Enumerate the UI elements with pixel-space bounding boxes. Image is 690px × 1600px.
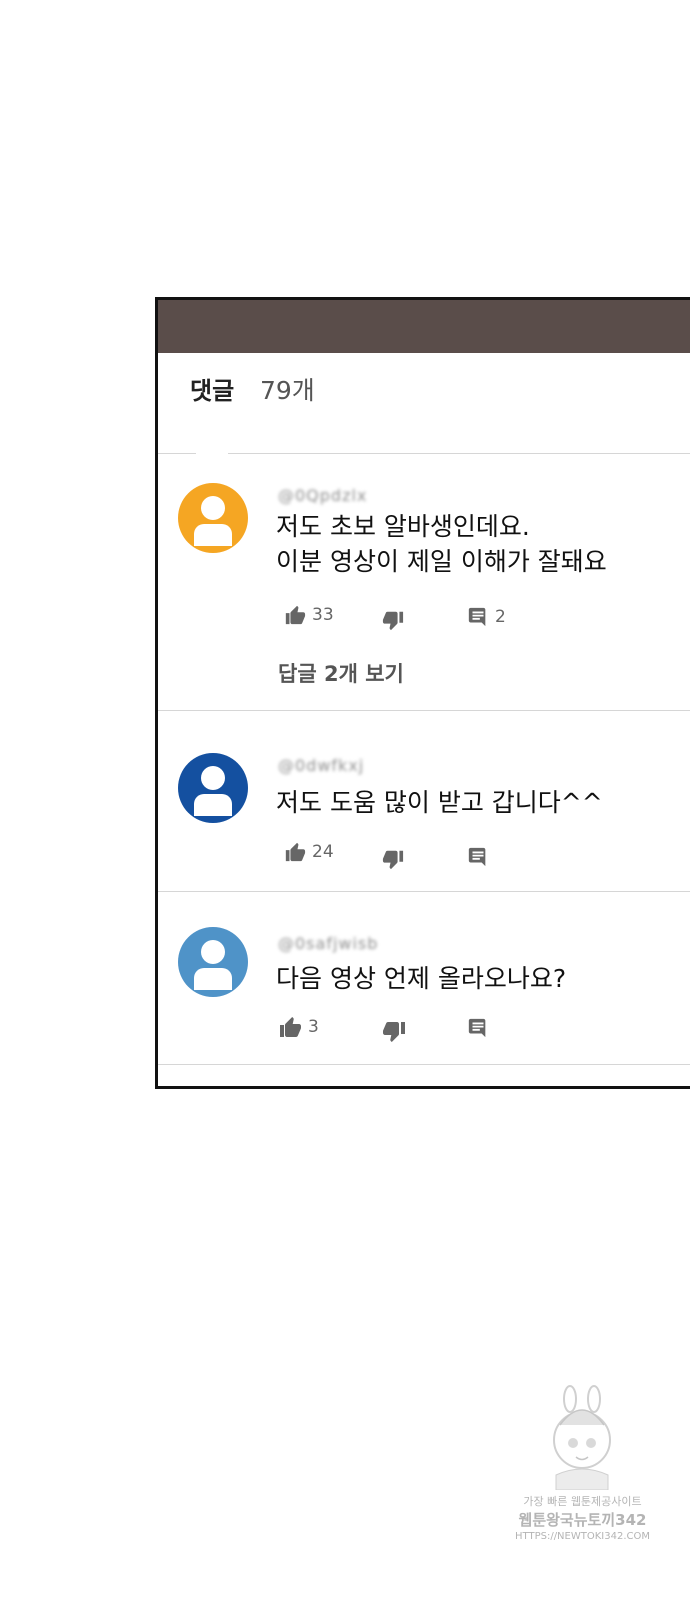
view-replies-link[interactable]: 답글 2개 보기: [278, 658, 404, 688]
reply-icon: [468, 607, 486, 627]
comments-header: 댓글 79개: [158, 353, 690, 458]
comment-username[interactable]: @0dwfkxj: [278, 756, 364, 775]
dislike-button[interactable]: [382, 1019, 406, 1043]
reply-button[interactable]: 2: [467, 606, 506, 628]
comment-text-line: 이분 영상이 제일 이해가 잘돼요: [276, 547, 607, 576]
thumb-down-icon: [383, 1022, 405, 1042]
avatar-icon[interactable]: [178, 753, 248, 823]
thumb-down-icon: [382, 850, 404, 870]
avatar-icon[interactable]: [178, 927, 248, 997]
comments-title: 댓글: [190, 377, 235, 405]
comment-text-line: 저도 도움 많이 받고 갑니다^^: [276, 788, 603, 817]
reply-count: 2: [495, 607, 506, 627]
watermark-tagline: 가장 빠른 웹툰제공사이트: [523, 1495, 642, 1508]
like-count: 3: [308, 1017, 319, 1037]
thumb-up-icon: [285, 605, 306, 625]
reply-button[interactable]: [467, 1017, 489, 1039]
comment-item: @0Qpdzlx 저도 초보 알바생인데요. 이분 영상이 제일 이해가 잘돼요…: [158, 454, 690, 711]
like-button[interactable]: 33: [284, 604, 334, 626]
comment-text-line: 다음 영상 언제 올라오나요?: [276, 964, 567, 993]
mascot-icon: [553, 1385, 611, 1490]
like-count: 24: [312, 842, 334, 862]
thumb-up-icon: [285, 842, 306, 862]
reply-icon: [468, 1018, 486, 1038]
avatar-icon[interactable]: [178, 483, 248, 553]
like-button[interactable]: 3: [278, 1015, 319, 1039]
dislike-button[interactable]: [382, 609, 404, 631]
comment-item: @0safjwisb 다음 영상 언제 올라오나요? 3: [158, 892, 690, 1065]
like-count: 33: [312, 605, 334, 625]
comment-username[interactable]: @0safjwisb: [278, 934, 378, 953]
reply-icon: [468, 847, 486, 867]
comment-text-line: 저도 초보 알바생인데요.: [276, 512, 530, 541]
like-button[interactable]: 24: [284, 841, 334, 863]
thumb-up-icon: [280, 1017, 301, 1037]
comments-count: 79개: [260, 376, 315, 405]
panel-top-bar: [158, 300, 690, 353]
comments-panel: 댓글 79개 @0Qpdzlx 저도 초보 알바생인데요. 이분 영상이 제일 …: [155, 297, 690, 1089]
thumb-down-icon: [382, 611, 404, 631]
comment-username[interactable]: @0Qpdzlx: [278, 486, 367, 505]
reply-button[interactable]: [467, 846, 489, 868]
dislike-button[interactable]: [382, 848, 404, 870]
watermark-site-name: 웹툰왕국뉴토끼342: [518, 1511, 647, 1529]
comment-item: @0dwfkxj 저도 도움 많이 받고 갑니다^^ 24: [158, 711, 690, 892]
watermark-url: HTTPS://NEWTOKI342.COM: [515, 1531, 650, 1542]
site-watermark: 가장 빠른 웹툰제공사이트 웹툰왕국뉴토끼342 HTTPS://NEWTOKI…: [515, 1385, 650, 1550]
